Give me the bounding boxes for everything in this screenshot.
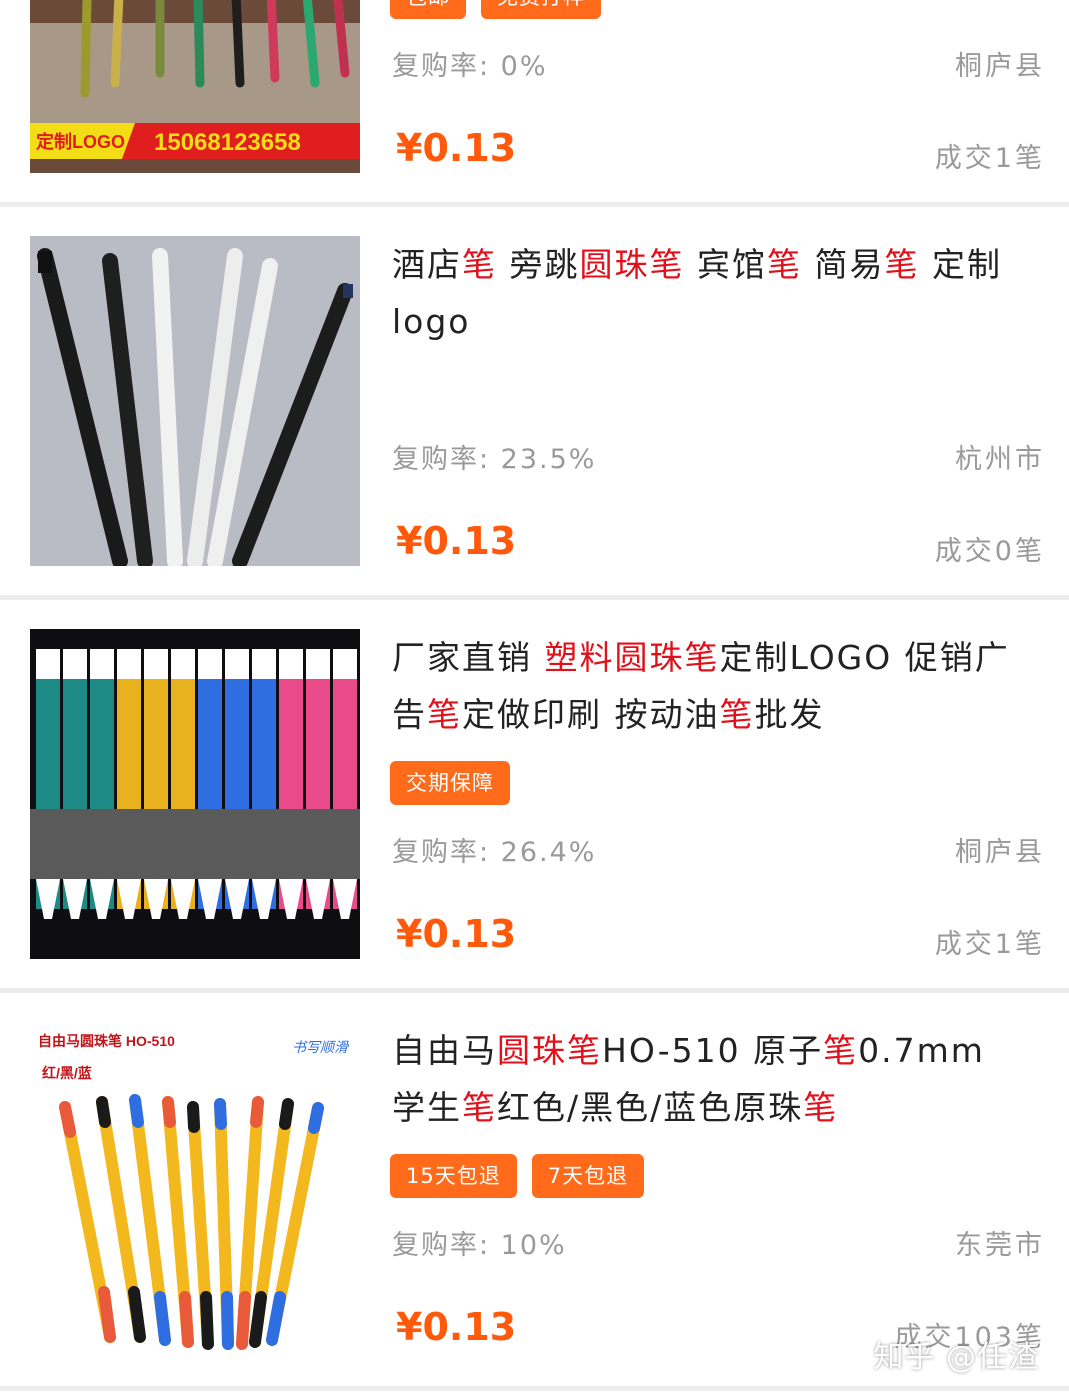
price: ¥0.13 xyxy=(396,126,517,170)
image-label-slogan: 书写顺滑 xyxy=(292,1039,350,1055)
product-image[interactable]: 定制LOGO 15068123658 xyxy=(30,0,360,173)
tag-group: 交期保障 xyxy=(390,761,510,805)
tag-group: 15天包退 7天包退 xyxy=(390,1154,645,1198)
image-label-model: 自由马圆珠笔 HO-510 xyxy=(38,1033,175,1049)
repurchase-rate: 复购率: 26.4% xyxy=(392,837,597,868)
tag-7day-return: 7天包退 xyxy=(531,1154,645,1198)
location: 东莞市 xyxy=(955,1230,1045,1261)
price: ¥0.13 xyxy=(396,912,517,956)
divider xyxy=(0,1386,1069,1391)
location: 桐庐县 xyxy=(955,837,1045,868)
tag-free-shipping: 包邮 xyxy=(390,0,466,19)
repurchase-rate: 复购率: 10% xyxy=(392,1230,567,1261)
product-title[interactable]: 自由马圆珠笔HO-510 原子笔0.7mm 学生笔红色/黑色/蓝色原珠笔 xyxy=(392,1022,1032,1136)
deal-count: 成交1笔 xyxy=(934,929,1045,960)
product-image[interactable] xyxy=(30,236,360,566)
tag-delivery-guarantee: 交期保障 xyxy=(390,761,510,805)
deal-count: 成交0笔 xyxy=(934,536,1045,567)
product-title[interactable]: 酒店笔 旁跳圆珠笔 宾馆笔 简易笔 定制logo xyxy=(392,236,1032,350)
repurchase-rate: 复购率: 23.5% xyxy=(392,444,597,475)
product-image[interactable]: 自由马圆珠笔 HO-510 红/黑/蓝 书写顺滑 xyxy=(30,1022,360,1352)
watermark: 知乎 @任渣 xyxy=(873,1340,1039,1375)
image-banner-right: 15068123658 xyxy=(154,129,301,156)
product-image[interactable] xyxy=(30,629,360,959)
price: ¥0.13 xyxy=(396,519,517,563)
price: ¥0.13 xyxy=(396,1305,517,1349)
product-item[interactable]: 定制LOGO 15068123658 包邮 免费打样 复购率: 0% 桐庐县 ¥… xyxy=(0,0,1069,202)
location: 杭州市 xyxy=(955,444,1045,475)
tag-group: 包邮 免费打样 xyxy=(390,0,601,19)
image-banner-left: 定制LOGO xyxy=(36,131,125,152)
product-item[interactable]: 厂家直销 塑料圆珠笔定制LOGO 促销广告笔定做印刷 按动油笔批发 交期保障 复… xyxy=(0,600,1069,988)
deal-count: 成交1笔 xyxy=(934,143,1045,174)
product-item[interactable]: 自由马圆珠笔 HO-510 红/黑/蓝 书写顺滑 自由马圆珠笔HO-510 原子… xyxy=(0,993,1069,1386)
tag-15day-return: 15天包退 xyxy=(390,1154,517,1198)
product-title[interactable]: 厂家直销 塑料圆珠笔定制LOGO 促销广告笔定做印刷 按动油笔批发 xyxy=(392,629,1032,743)
product-item[interactable]: 酒店笔 旁跳圆珠笔 宾馆笔 简易笔 定制logo 复购率: 23.5% 杭州市 … xyxy=(0,207,1069,595)
location: 桐庐县 xyxy=(955,51,1045,82)
repurchase-rate: 复购率: 0% xyxy=(392,51,548,82)
tag-free-sample: 免费打样 xyxy=(481,0,601,19)
image-label-colors: 红/黑/蓝 xyxy=(42,1065,92,1081)
